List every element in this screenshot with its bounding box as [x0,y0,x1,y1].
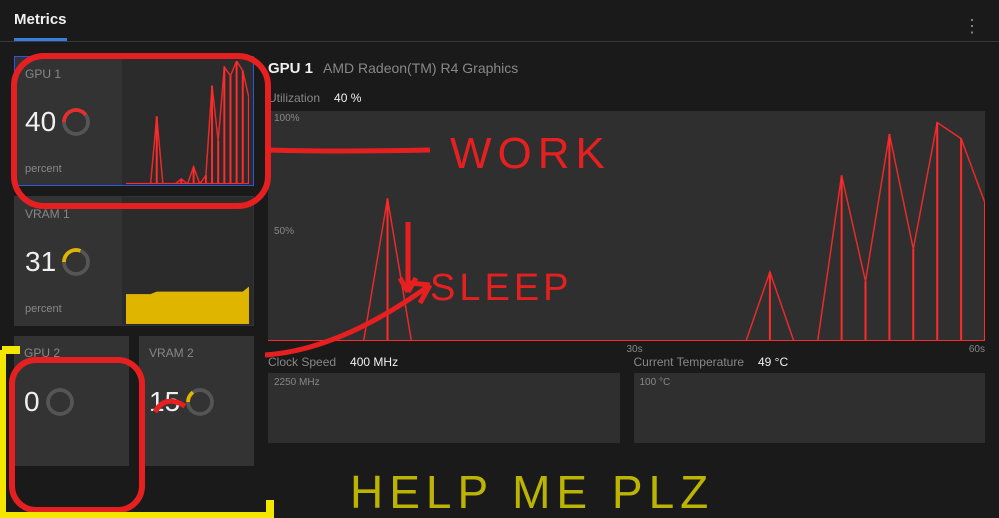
gauge-icon [46,388,74,416]
clock-block: Clock Speed 400 MHz 2250 MHz [268,355,620,443]
sparkline-gpu1 [122,57,253,185]
tile-vram2[interactable]: VRAM 2 15 [139,336,254,466]
chart-xlabel-mid: 30s [627,344,643,355]
tab-metrics[interactable]: Metrics [14,11,67,41]
utilization-row: Utilization 40 % [268,91,985,111]
temp-axis-top: 100 °C [640,377,671,388]
tile-value: 15 [149,386,180,418]
chart-ylabel-mid: 50% [274,226,294,237]
chart-xlabel-end: 60s [969,344,985,355]
clock-axis-top: 2250 MHz [274,377,320,388]
gauge-icon [62,108,90,136]
chart-ylabel-top: 100% [274,113,300,124]
clock-chart: 2250 MHz [268,373,620,443]
bottom-row: Clock Speed 400 MHz 2250 MHz Current Tem… [268,355,985,443]
util-label: Utilization [268,91,320,105]
tile-gpu1[interactable]: GPU 1 40 percent [14,56,254,186]
kebab-menu-icon[interactable]: ⋮ [959,13,985,39]
temp-value: 49 °C [758,355,788,369]
tile-unit [149,444,244,456]
header-bar: Metrics ⋮ [0,0,999,42]
tile-value: 40 [25,106,56,138]
sidebar: GPU 1 40 percent VRAM 1 31 percent [14,56,254,504]
tile-value: 0 [24,386,40,418]
tile-gpu2[interactable]: GPU 2 0 [14,336,129,466]
utilization-chart: 100% 50% 30s 60s [268,111,985,341]
temp-label: Current Temperature [634,355,745,369]
temp-block: Current Temperature 49 °C 100 °C [634,355,986,443]
tile-label: GPU 2 [24,346,119,360]
tile-label: VRAM 1 [25,207,112,221]
tile-label: GPU 1 [25,67,112,81]
tile-vram1[interactable]: VRAM 1 31 percent [14,196,254,326]
gauge-icon [186,388,214,416]
sparkline-vram1 [122,197,253,325]
tile-unit [24,444,119,456]
tile-value: 31 [25,246,56,278]
gauge-icon [62,248,90,276]
detail-title: GPU 1 [268,60,313,77]
clock-label: Clock Speed [268,355,336,369]
clock-value: 400 MHz [350,355,398,369]
tile-label: VRAM 2 [149,346,244,360]
tile-unit: percent [25,163,112,175]
detail-title-row: GPU 1 AMD Radeon(TM) R4 Graphics [268,56,985,91]
detail-pane: GPU 1 AMD Radeon(TM) R4 Graphics Utiliza… [268,56,985,504]
tile-unit: percent [25,303,112,315]
detail-subtitle: AMD Radeon(TM) R4 Graphics [323,60,518,76]
tile-row-bottom: GPU 2 0 VRAM 2 15 [14,336,254,466]
temp-chart: 100 °C [634,373,986,443]
main-body: GPU 1 40 percent VRAM 1 31 percent [0,42,999,518]
util-value: 40 % [334,91,361,105]
